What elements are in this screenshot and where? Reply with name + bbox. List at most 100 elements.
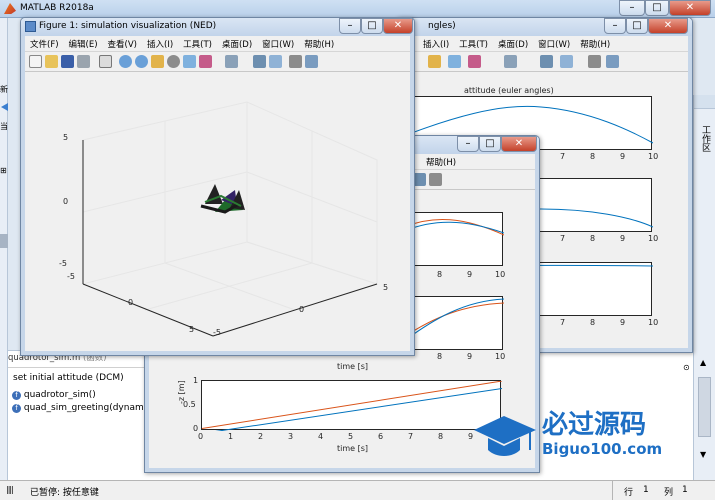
- menu-insert[interactable]: 插入(I): [142, 36, 178, 52]
- menu-tools[interactable]: 工具(T): [454, 36, 493, 52]
- menu-help[interactable]: 帮助(H): [421, 154, 461, 170]
- z-tick: 5: [63, 133, 69, 142]
- z-tick: 0: [63, 197, 69, 206]
- menu-help[interactable]: 帮助(H): [575, 36, 615, 52]
- dropdown-icon[interactable]: ⊙: [683, 363, 690, 372]
- show-plot-tools-icon[interactable]: [606, 55, 619, 68]
- save-icon[interactable]: [61, 55, 74, 68]
- z-tick: -5: [59, 259, 67, 268]
- minimize-button[interactable]: –: [604, 18, 626, 34]
- close-button[interactable]: ✕: [669, 0, 711, 16]
- print-icon[interactable]: [77, 55, 90, 68]
- legend-icon[interactable]: [269, 55, 282, 68]
- maximize-button[interactable]: □: [479, 136, 501, 152]
- figure-titlebar[interactable]: ngles) – □ ✕: [396, 18, 692, 36]
- function-list-item[interactable]: f quadrotor_sim(): [12, 390, 96, 400]
- data-cursor-icon[interactable]: [183, 55, 196, 68]
- watermark-en: Biguo100.com: [542, 440, 663, 458]
- minimize-button[interactable]: –: [619, 0, 645, 16]
- graduation-cap-icon: [474, 416, 536, 456]
- menu-window[interactable]: 窗口(W): [533, 36, 575, 52]
- x-tick: 8: [437, 352, 443, 361]
- folder-selection[interactable]: [0, 234, 8, 248]
- hide-plot-tools-icon[interactable]: [289, 55, 302, 68]
- menu-window[interactable]: 窗口(W): [257, 36, 299, 52]
- y-tick: 0.5: [183, 400, 196, 409]
- x-tick: 7: [408, 432, 414, 441]
- subplot-title: attitude (euler angles): [464, 86, 554, 95]
- scrollbar-thumb[interactable]: [698, 377, 711, 437]
- x-tick: 7: [560, 152, 566, 161]
- x-tick: 2: [258, 432, 264, 441]
- colorbar-icon[interactable]: [540, 55, 553, 68]
- workspace-tab[interactable]: 工作区: [699, 125, 710, 152]
- figure-titlebar[interactable]: Figure 1: simulation visualization (NED)…: [21, 18, 414, 36]
- close-button[interactable]: ✕: [383, 18, 413, 34]
- back-arrow-icon[interactable]: [1, 103, 8, 111]
- y-tick: 5: [189, 325, 195, 334]
- 3d-axes[interactable]: [25, 72, 412, 353]
- menu-desktop[interactable]: 桌面(D): [493, 36, 533, 52]
- link-icon[interactable]: [504, 55, 517, 68]
- x-tick: 10: [495, 270, 506, 279]
- menu-desktop[interactable]: 桌面(D): [217, 36, 257, 52]
- minimize-button[interactable]: –: [457, 136, 479, 152]
- figure-menubar: 插入(I) 工具(T) 桌面(D) 窗口(W) 帮助(H): [400, 36, 688, 52]
- subplot-axes[interactable]: [403, 296, 505, 350]
- scroll-up-icon[interactable]: ▲: [700, 358, 706, 367]
- maximize-button[interactable]: □: [626, 18, 648, 34]
- close-button[interactable]: ✕: [648, 18, 688, 34]
- x-tick: 0: [198, 432, 204, 441]
- expand-icon[interactable]: ⊞: [0, 166, 7, 175]
- menu-edit[interactable]: 编辑(E): [64, 36, 103, 52]
- x-tick: 8: [590, 152, 596, 161]
- subplot-axes[interactable]: [403, 212, 505, 266]
- altitude-plot: [201, 380, 503, 434]
- altitude-series-orange: [201, 380, 503, 429]
- scroll-down-icon[interactable]: ▼: [700, 450, 706, 459]
- edit-plot-icon[interactable]: [99, 55, 112, 68]
- close-button[interactable]: ✕: [501, 136, 537, 152]
- brush-icon[interactable]: [199, 55, 212, 68]
- menu-file[interactable]: 文件(F): [25, 36, 64, 52]
- matlab-titlebar: MATLAB R2018a – □ ✕: [0, 0, 715, 18]
- menu-help[interactable]: 帮助(H): [299, 36, 339, 52]
- x-tick: 4: [318, 432, 324, 441]
- show-plot-tools-icon[interactable]: [305, 55, 318, 68]
- menu-view[interactable]: 查看(V): [103, 36, 142, 52]
- colorbar-icon[interactable]: [253, 55, 266, 68]
- x-tick: 8: [438, 432, 444, 441]
- link-icon[interactable]: [225, 55, 238, 68]
- menu-tools[interactable]: 工具(T): [178, 36, 217, 52]
- workspace-collapse-icon[interactable]: [694, 95, 715, 109]
- zoom-in-icon[interactable]: [119, 55, 132, 68]
- pan-icon[interactable]: [428, 55, 441, 68]
- minimize-button[interactable]: –: [339, 18, 361, 34]
- brush-icon[interactable]: [468, 55, 481, 68]
- x-tick: 8: [437, 270, 443, 279]
- data-cursor-icon[interactable]: [448, 55, 461, 68]
- pan-icon[interactable]: [151, 55, 164, 68]
- legend-icon[interactable]: [560, 55, 573, 68]
- menu-insert[interactable]: 插入(I): [418, 36, 454, 52]
- hide-plot-tools-icon[interactable]: [588, 55, 601, 68]
- open-icon[interactable]: [45, 55, 58, 68]
- rotate-3d-icon[interactable]: [167, 55, 180, 68]
- x-tick: 6: [378, 432, 384, 441]
- function-list-item[interactable]: f quad_sim_greeting(dynamics,: [12, 403, 159, 413]
- maximize-button[interactable]: □: [361, 18, 383, 34]
- x-tick: 9: [467, 270, 473, 279]
- function-list-item[interactable]: set initial attitude (DCM): [13, 373, 124, 383]
- y-tick: 1: [193, 376, 199, 385]
- maximize-button[interactable]: □: [645, 0, 669, 16]
- x-tick: 1: [228, 432, 234, 441]
- new-figure-icon[interactable]: [29, 55, 42, 68]
- figure-simulation-window[interactable]: Figure 1: simulation visualization (NED)…: [20, 17, 415, 356]
- x-tick: 8: [590, 234, 596, 243]
- x-tick: 10: [648, 152, 659, 161]
- altitude-axes[interactable]: [201, 380, 503, 434]
- show-plot-tools-icon[interactable]: [429, 173, 442, 186]
- zoom-out-icon[interactable]: [135, 55, 148, 68]
- status-text: 已暂停: 按任意键: [30, 488, 99, 498]
- col-value: 1: [682, 485, 688, 495]
